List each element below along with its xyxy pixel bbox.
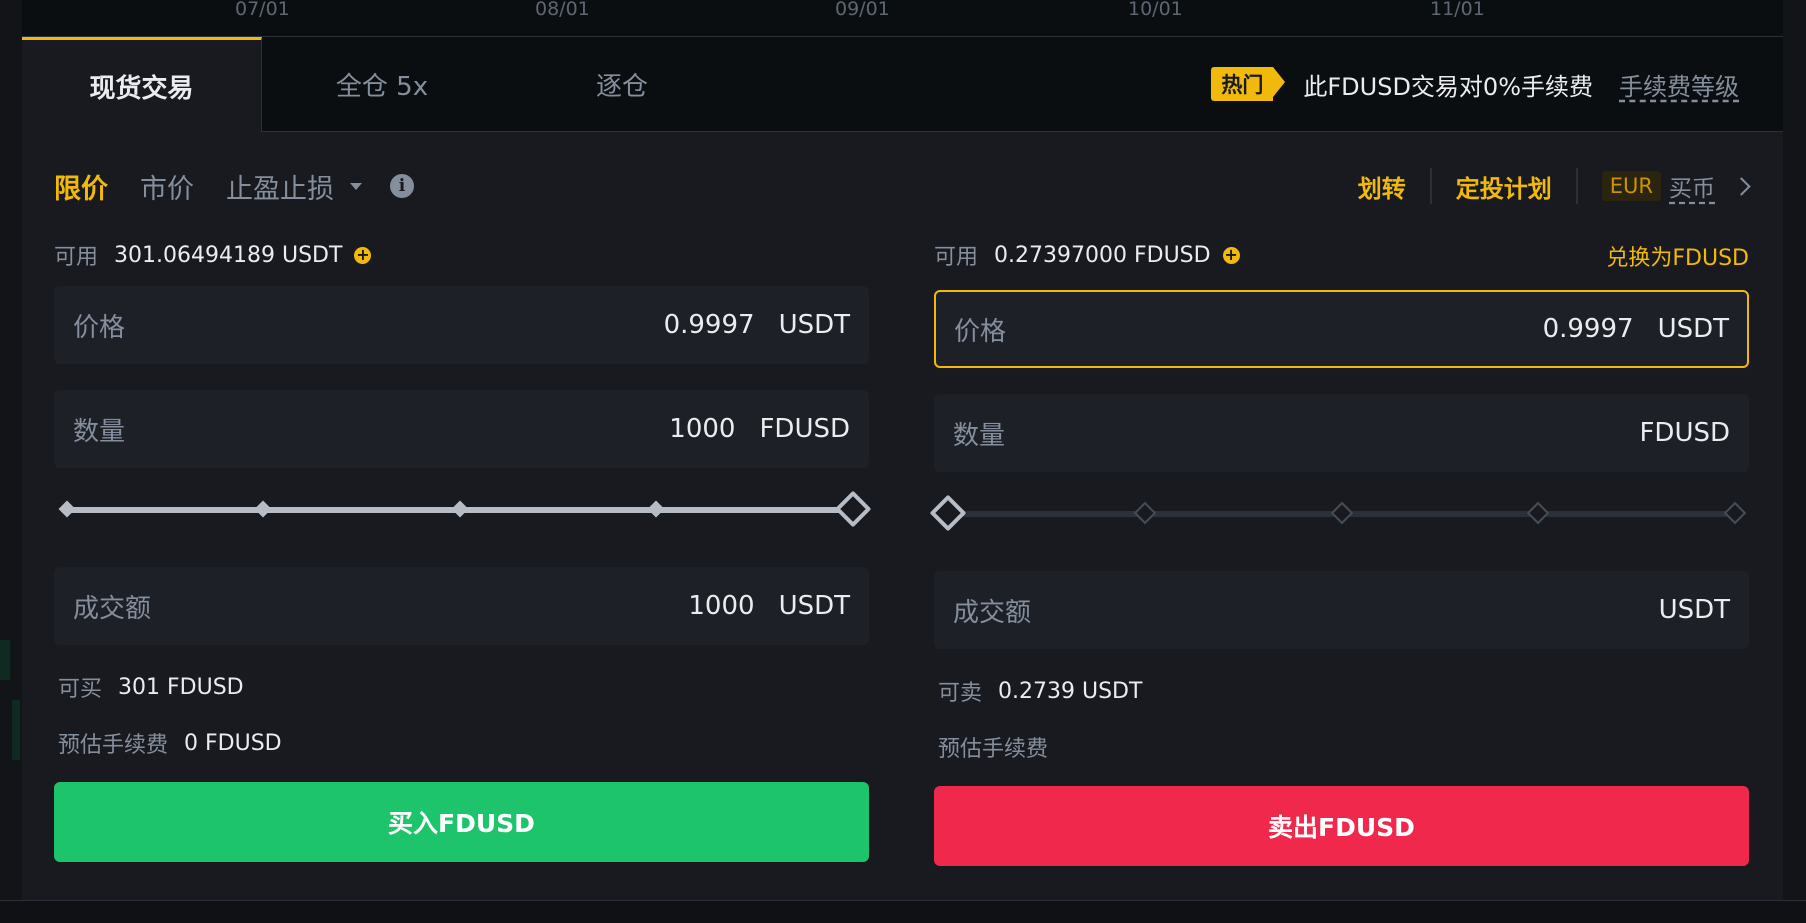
available-label: 可用 xyxy=(54,245,99,270)
quantity-unit: FDUSD xyxy=(1639,418,1730,448)
slider-handle[interactable] xyxy=(834,490,872,528)
sell-price-field[interactable]: 价格 0.9997 USDT xyxy=(934,290,1749,368)
add-funds-icon[interactable]: + xyxy=(1222,246,1240,264)
slider-step-75[interactable] xyxy=(647,500,665,518)
quantity-unit: FDUSD xyxy=(759,414,850,444)
max-sell-value: 0.2739 USDT xyxy=(998,678,1143,704)
buy-quantity-field[interactable]: 数量 1000 FDUSD xyxy=(54,390,869,468)
max-buy-label: 可买 xyxy=(58,677,103,702)
sell-fee-row: 预估手续费 xyxy=(938,732,1064,762)
total-input[interactable]: 1000 xyxy=(688,591,754,621)
sell-amount-slider[interactable] xyxy=(929,494,1749,534)
quantity-input[interactable]: 1000 xyxy=(669,414,735,444)
left-chart-edge xyxy=(0,0,22,902)
slider-step-50[interactable] xyxy=(451,500,469,518)
add-funds-icon[interactable]: + xyxy=(354,246,372,264)
slider-step-100[interactable] xyxy=(1723,501,1747,525)
max-sell-row: 可卖 0.2739 USDT xyxy=(938,676,1143,707)
sell-button[interactable]: 卖出FDUSD xyxy=(934,786,1749,866)
sell-quantity-field[interactable]: 数量 FDUSD xyxy=(934,394,1749,472)
slider-step-0[interactable] xyxy=(58,500,76,518)
buy-panel: 可用 301.06494189 USDT + 价格 0.9997 USDT 数量… xyxy=(54,0,872,902)
total-unit: USDT xyxy=(1658,595,1730,625)
buy-button[interactable]: 买入FDUSD xyxy=(54,782,869,862)
price-label: 价格 xyxy=(954,316,1007,347)
price-unit: USDT xyxy=(1657,314,1729,344)
fee-label: 预估手续费 xyxy=(58,733,169,758)
fee-value: 0 FDUSD xyxy=(184,730,282,756)
buy-available-row: 可用 301.06494189 USDT + xyxy=(54,240,372,270)
slider-step-25[interactable] xyxy=(1133,501,1157,525)
sell-available-row: 可用 0.27397000 FDUSD + xyxy=(934,240,1240,270)
buy-amount-slider[interactable] xyxy=(54,490,872,530)
quantity-label: 数量 xyxy=(73,416,126,447)
slider-handle[interactable] xyxy=(929,494,967,532)
total-label: 成交额 xyxy=(73,593,152,624)
max-buy-value: 301 FDUSD xyxy=(118,674,244,700)
slider-step-75[interactable] xyxy=(1526,501,1550,525)
available-balance: 301.06494189 USDT xyxy=(114,242,343,268)
sell-total-field[interactable]: 成交额 USDT xyxy=(934,571,1749,649)
max-buy-row: 可买 301 FDUSD xyxy=(58,672,244,703)
buy-total-field[interactable]: 成交额 1000 USDT xyxy=(54,567,869,645)
convert-link[interactable]: 兑换为FDUSD xyxy=(1606,240,1749,272)
total-unit: USDT xyxy=(778,591,850,621)
buy-fee-row: 预估手续费 0 FDUSD xyxy=(58,728,282,759)
price-input[interactable]: 0.9997 xyxy=(664,310,755,340)
total-label: 成交额 xyxy=(953,597,1032,628)
price-unit: USDT xyxy=(778,310,850,340)
slider-step-25[interactable] xyxy=(254,500,272,518)
fee-label: 预估手续费 xyxy=(938,737,1049,762)
buy-price-field[interactable]: 价格 0.9997 USDT xyxy=(54,286,869,364)
bottom-bar xyxy=(0,900,1806,923)
max-sell-label: 可卖 xyxy=(938,681,983,706)
slider-step-50[interactable] xyxy=(1330,501,1354,525)
sell-panel: 可用 0.27397000 FDUSD + 兑换为FDUSD 价格 0.9997… xyxy=(929,0,1749,902)
available-label: 可用 xyxy=(934,245,979,270)
quantity-label: 数量 xyxy=(953,420,1006,451)
available-balance: 0.27397000 FDUSD xyxy=(994,242,1211,268)
price-label: 价格 xyxy=(73,312,126,343)
price-input[interactable]: 0.9997 xyxy=(1543,314,1634,344)
right-panel-edge xyxy=(1783,0,1806,902)
